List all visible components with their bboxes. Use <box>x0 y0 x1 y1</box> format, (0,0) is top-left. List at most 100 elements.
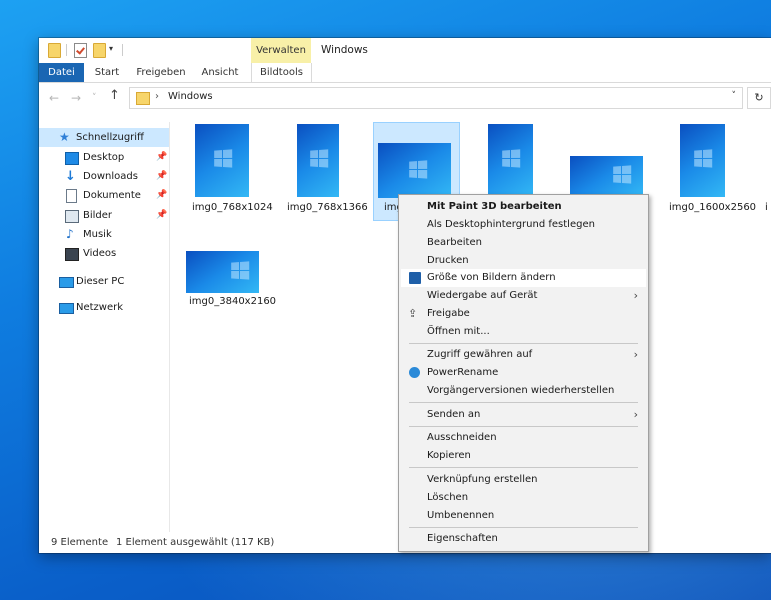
title-bar: ▾ Verwalten Windows <box>39 38 771 63</box>
image-thumbnail[interactable] <box>186 251 259 293</box>
image-thumbnail[interactable] <box>297 124 339 197</box>
star-icon: ★ <box>59 130 70 144</box>
address-row: ← → ˅ ↑ › Windows ˅ ↻ <box>39 84 771 112</box>
pictures-icon <box>65 210 79 223</box>
file-name[interactable]: i <box>765 202 768 213</box>
back-arrow-icon[interactable]: ← <box>49 92 59 104</box>
chevron-right-icon: › <box>633 348 638 361</box>
image-thumbnail[interactable] <box>378 143 451 198</box>
file-name[interactable]: img0_768x1366 <box>287 202 368 213</box>
pin-icon: 📌 <box>156 171 168 181</box>
menu-item-cast-to-device[interactable]: Wiedergabe auf Gerät › <box>401 287 646 305</box>
menu-item-give-access[interactable]: Zugriff gewähren auf › <box>401 346 646 364</box>
document-icon <box>66 189 77 203</box>
image-thumbnail[interactable] <box>680 124 725 197</box>
image-thumbnail[interactable] <box>570 156 643 196</box>
sidebar-item-label: Musik <box>83 229 112 240</box>
menu-item-label: Freigabe <box>427 308 470 319</box>
sidebar-item-label: Netzwerk <box>76 302 124 313</box>
menu-item-label: PowerRename <box>427 367 499 378</box>
menu-item-label: Drucken <box>427 255 469 266</box>
menu-item-create-shortcut[interactable]: Verknüpfung erstellen <box>401 471 646 489</box>
windows-logo-icon <box>231 261 250 281</box>
powerrename-icon <box>409 367 420 378</box>
windows-logo-icon <box>409 160 428 180</box>
pin-icon: 📌 <box>156 190 168 200</box>
breadcrumb-windows[interactable]: Windows <box>168 91 213 102</box>
menu-item-label: Größe von Bildern ändern <box>427 272 556 283</box>
properties-icon[interactable] <box>74 43 87 58</box>
divider <box>66 44 67 56</box>
sidebar-item-downloads[interactable]: ↓ Downloads 📌 <box>39 167 169 186</box>
recent-locations-icon[interactable]: ˅ <box>92 92 97 104</box>
forward-arrow-icon[interactable]: → <box>71 92 81 104</box>
menu-item-edit[interactable]: Bearbeiten <box>401 234 646 252</box>
windows-logo-icon <box>613 165 632 185</box>
menu-item-copy[interactable]: Kopieren <box>401 447 646 465</box>
customize-toolbar-icon[interactable]: ▾ <box>109 44 113 53</box>
up-arrow-icon[interactable]: ↑ <box>109 89 120 102</box>
sidebar-item-documents[interactable]: Dokumente 📌 <box>39 186 169 205</box>
file-name[interactable]: img0_3840x2160 <box>189 296 276 307</box>
breadcrumb-chevron-icon[interactable]: › <box>155 91 159 102</box>
sidebar-item-label: Dokumente <box>83 190 141 201</box>
image-thumbnail[interactable] <box>488 124 533 197</box>
windows-logo-icon <box>502 149 521 169</box>
menu-item-label: Als Desktophintergrund festlegen <box>427 219 595 230</box>
menu-item-print[interactable]: Drucken <box>401 252 646 270</box>
sidebar-item-music[interactable]: ♪ Musik <box>39 225 169 244</box>
menu-item-set-wallpaper[interactable]: Als Desktophintergrund festlegen <box>401 216 646 234</box>
tab-view[interactable]: Ansicht <box>199 63 241 82</box>
navigation-pane: ★ Schnellzugriff Desktop 📌 ↓ Downloads 📌… <box>39 122 170 532</box>
resize-image-icon <box>409 272 421 284</box>
item-count: 9 Elemente <box>51 537 109 548</box>
tab-share[interactable]: Freigeben <box>135 63 187 82</box>
windows-logo-icon <box>310 149 329 169</box>
menu-item-share[interactable]: ⇪ Freigabe <box>401 305 646 323</box>
menu-item-properties[interactable]: Eigenschaften <box>401 530 646 548</box>
file-name[interactable]: img0_1600x2560 <box>669 202 756 213</box>
menu-item-label: Bearbeiten <box>427 237 482 248</box>
tab-picture-tools[interactable]: Bildtools <box>251 63 312 82</box>
menu-separator <box>409 467 638 468</box>
computer-icon <box>59 277 74 288</box>
address-bar[interactable]: › Windows ˅ <box>129 87 743 109</box>
menu-item-label: Umbenennen <box>427 510 495 521</box>
chevron-down-icon[interactable]: ˅ <box>732 91 737 101</box>
new-folder-icon[interactable] <box>93 43 106 58</box>
sidebar-item-quick-access[interactable]: ★ Schnellzugriff <box>39 128 169 147</box>
tab-file[interactable]: Datei <box>39 63 84 82</box>
chevron-right-icon: › <box>633 289 638 302</box>
window-title: Windows <box>321 44 368 56</box>
sidebar-item-videos[interactable]: Videos <box>39 244 169 263</box>
menu-item-send-to[interactable]: Senden an › <box>401 406 646 424</box>
contextual-tab-manage[interactable]: Verwalten <box>251 38 311 63</box>
file-name[interactable]: img0_768x1024 <box>192 202 273 213</box>
windows-logo-icon <box>694 149 713 169</box>
sidebar-item-network[interactable]: Netzwerk <box>39 298 169 317</box>
menu-item-open-with[interactable]: Öffnen mit... <box>401 323 646 341</box>
menu-item-rename[interactable]: Umbenennen <box>401 507 646 525</box>
video-icon <box>65 248 79 261</box>
folder-icon <box>136 92 150 105</box>
menu-item-delete[interactable]: Löschen <box>401 489 646 507</box>
refresh-button[interactable]: ↻ <box>747 87 771 109</box>
tab-home[interactable]: Start <box>89 63 125 82</box>
sidebar-item-pictures[interactable]: Bilder 📌 <box>39 206 169 225</box>
menu-item-edit-paint3d[interactable]: Mit Paint 3D bearbeiten <box>401 198 646 216</box>
menu-item-label: Senden an <box>427 409 481 420</box>
desktop-icon <box>65 152 79 165</box>
menu-item-label: Löschen <box>427 492 469 503</box>
image-thumbnail[interactable] <box>195 124 249 197</box>
music-note-icon: ♪ <box>66 227 74 241</box>
sidebar-item-this-pc[interactable]: Dieser PC <box>39 272 169 291</box>
menu-item-cut[interactable]: Ausschneiden <box>401 429 646 447</box>
network-icon <box>59 303 74 314</box>
sidebar-item-desktop[interactable]: Desktop 📌 <box>39 148 169 167</box>
menu-item-resize-images[interactable]: Größe von Bildern ändern <box>401 269 646 287</box>
menu-item-powerrename[interactable]: PowerRename <box>401 364 646 382</box>
ribbon-tabs: Datei Start Freigeben Ansicht Bildtools <box>39 63 771 83</box>
selection-info: 1 Element ausgewählt (117 KB) <box>116 537 275 548</box>
menu-item-restore-versions[interactable]: Vorgängerversionen wiederherstellen <box>401 382 646 400</box>
share-icon: ⇪ <box>408 307 418 320</box>
